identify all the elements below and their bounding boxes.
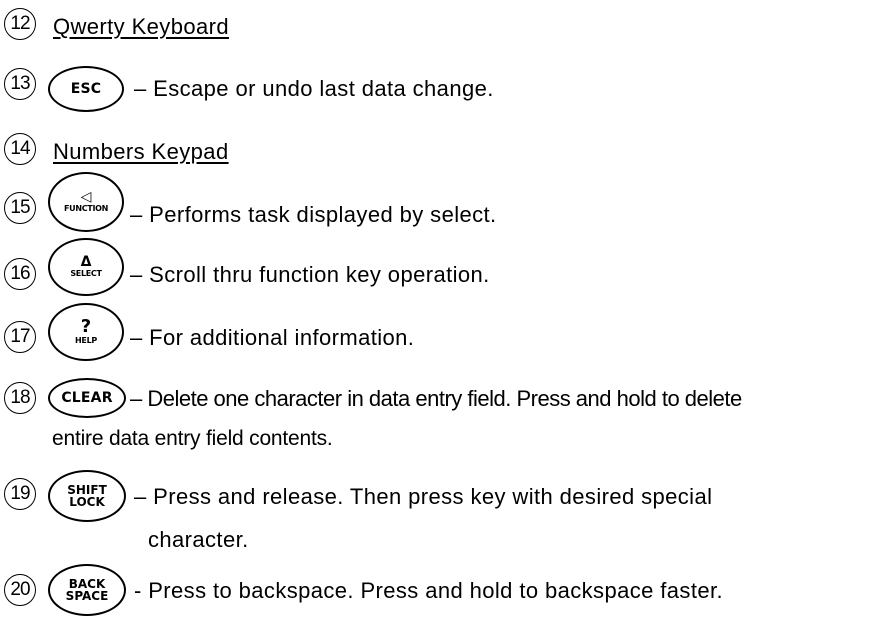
select-description: – Scroll thru function key operation. bbox=[130, 262, 490, 287]
clear-description-continued: entire data entry field contents. bbox=[52, 427, 333, 450]
esc-key-icon: ESC bbox=[48, 66, 124, 112]
shift-lock-description: – Press and release. Then press key with… bbox=[134, 484, 713, 509]
clear-key-icon: CLEAR bbox=[48, 378, 126, 418]
select-key-label: SELECT bbox=[70, 268, 102, 278]
space-label: SPACE bbox=[65, 589, 109, 603]
item-number-badge: 17 bbox=[4, 321, 36, 353]
item-number-badge: 18 bbox=[4, 382, 36, 414]
lock-label: LOCK bbox=[69, 495, 105, 509]
esc-key-label: ESC bbox=[70, 81, 102, 97]
backspace-description: - Press to backspace. Press and hold to … bbox=[134, 578, 723, 603]
function-description: – Performs task displayed by select. bbox=[130, 202, 497, 227]
item-number-badge: 16 bbox=[4, 258, 36, 290]
qwerty-keyboard-heading: Qwerty Keyboard bbox=[53, 14, 229, 39]
help-description: – For additional information. bbox=[130, 325, 415, 350]
item-number-badge: 15 bbox=[4, 192, 36, 224]
function-key-label: FUNCTION bbox=[63, 203, 109, 213]
shift-lock-description-continued: character. bbox=[148, 527, 249, 552]
clear-key-label: CLEAR bbox=[61, 390, 113, 406]
shift-lock-key-icon: SHIFT LOCK bbox=[48, 470, 126, 522]
left-triangle-icon: ◁ bbox=[80, 188, 92, 205]
esc-description: – Escape or undo last data change. bbox=[134, 76, 494, 101]
function-key-icon: ◁ FUNCTION bbox=[48, 172, 124, 232]
backspace-key-icon: BACK SPACE bbox=[48, 564, 126, 616]
select-key-icon: Δ SELECT bbox=[48, 238, 124, 296]
item-number-badge: 12 bbox=[4, 8, 36, 40]
help-key-icon: ? HELP bbox=[48, 303, 124, 361]
item-number-badge: 20 bbox=[4, 574, 36, 606]
numbers-keypad-heading: Numbers Keypad bbox=[53, 139, 229, 164]
item-number-badge: 13 bbox=[4, 68, 36, 100]
up-triangle-icon: Δ bbox=[80, 253, 92, 270]
clear-description: – Delete one character in data entry fie… bbox=[130, 386, 742, 411]
question-mark-icon: ? bbox=[80, 316, 92, 337]
item-number-badge: 14 bbox=[4, 133, 36, 165]
item-number-badge: 19 bbox=[4, 478, 36, 510]
help-key-label: HELP bbox=[75, 336, 97, 345]
